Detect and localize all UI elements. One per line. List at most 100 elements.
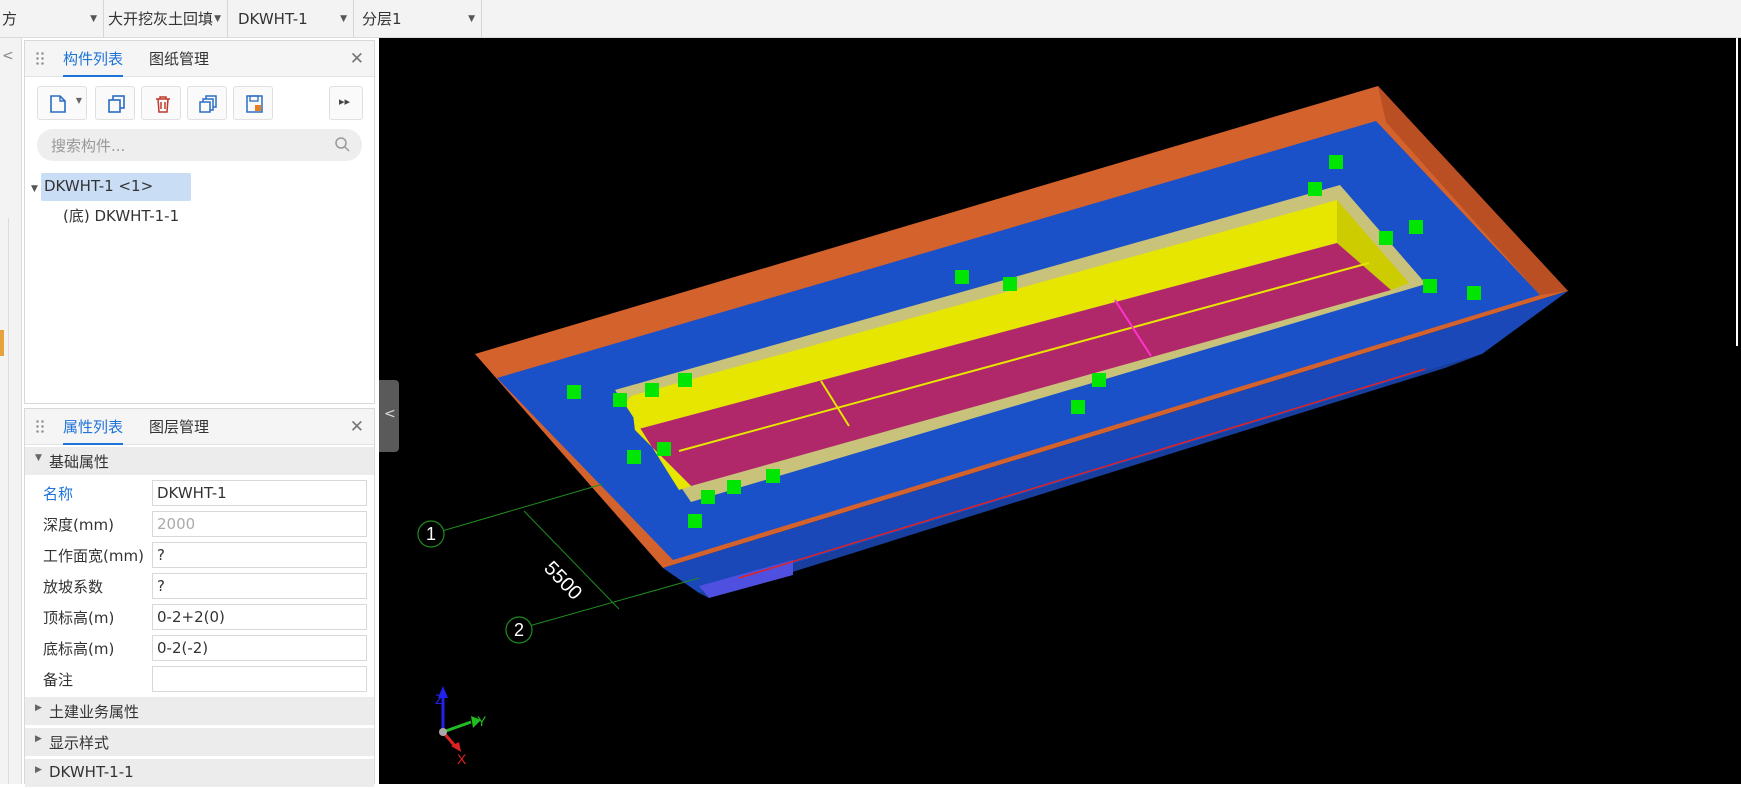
expand-right-icon: ▶ — [35, 734, 42, 744]
section-civil-label: 土建业务属性 — [49, 703, 140, 721]
property-name: 工作面宽(mm) — [43, 547, 144, 565]
model-canvas[interactable]: 1 2 5500 Z Y X — [379, 38, 1741, 784]
grip-point[interactable] — [688, 514, 702, 528]
search-placeholder: 搜索构件... — [51, 137, 126, 155]
property-value-field[interactable]: DKWHT-1 — [152, 480, 367, 506]
layer-copy-button[interactable] — [187, 86, 227, 120]
property-value-field[interactable]: 0-2(-2) — [152, 635, 367, 661]
gizmo-y-label: Y — [477, 713, 487, 729]
tab-property-list[interactable]: 属性列表 — [63, 409, 124, 445]
close-icon[interactable]: ✕ — [350, 49, 364, 69]
axis-label-1: 1 — [426, 524, 436, 544]
more-tools-button[interactable]: ▸▸ — [329, 86, 363, 120]
grip-point[interactable] — [1467, 286, 1481, 300]
grip-point[interactable] — [727, 480, 741, 494]
grip-point[interactable] — [1092, 373, 1106, 387]
property-row: 放坡系数 ? — [25, 570, 374, 601]
gizmo-z-label: Z — [435, 691, 444, 707]
section-basic-properties[interactable]: ▼ 基础属性 — [25, 447, 374, 475]
property-name: 顶标高(m) — [43, 609, 115, 627]
dropdown-caret-icon: ▼ — [75, 96, 82, 105]
property-row: 名称 DKWHT-1 — [25, 477, 374, 508]
grip-point[interactable] — [1423, 279, 1437, 293]
axis-label-2: 2 — [514, 620, 524, 640]
grip-point[interactable] — [766, 469, 780, 483]
chevron-down-icon: ▼ — [214, 14, 221, 24]
property-row: 深度(mm) 2000 — [25, 508, 374, 539]
panel-collapse-handle[interactable]: < — [379, 380, 399, 452]
layer-dropdown[interactable]: 分层1 ▼ — [358, 0, 482, 38]
grip-point[interactable] — [627, 450, 641, 464]
close-icon[interactable]: ✕ — [350, 417, 364, 437]
drag-grip-icon[interactable] — [35, 419, 45, 435]
grip-point[interactable] — [1308, 182, 1322, 196]
grip-point[interactable] — [1329, 155, 1343, 169]
search-icon[interactable] — [334, 136, 350, 152]
section-civil-properties[interactable]: ▶ 土建业务属性 — [25, 697, 374, 725]
property-list-panel: 属性列表 图层管理 ✕ ▼ 基础属性 名称 DKWHT-1 深度(mm) 200… — [24, 408, 375, 787]
grip-point[interactable] — [567, 385, 581, 399]
tree-item-root[interactable]: DKWHT-1 <1> — [41, 173, 191, 201]
grip-point[interactable] — [1003, 277, 1017, 291]
property-value-field[interactable]: ? — [152, 573, 367, 599]
property-value-field[interactable] — [152, 666, 367, 692]
section-basic-label: 基础属性 — [49, 453, 110, 471]
component-type-value: 大开挖灰土回填 — [108, 10, 214, 28]
component-list-panel: 构件列表 图纸管理 ✕ ▼ ▸▸ 搜索构件... ▼ DKWHT-1 <1> (… — [24, 40, 375, 404]
type-dropdown[interactable]: 方 ▼ — [0, 0, 104, 38]
property-row: 工作面宽(mm) ? — [25, 539, 374, 570]
grip-point[interactable] — [701, 490, 715, 504]
delete-component-button[interactable] — [141, 86, 181, 120]
gizmo-y-axis — [442, 720, 472, 734]
strip-marker — [0, 330, 4, 356]
property-value-field[interactable]: 2000 — [152, 511, 367, 537]
section-sub-component[interactable]: ▶ DKWHT-1-1 — [25, 759, 374, 787]
new-component-button[interactable]: ▼ — [37, 86, 87, 120]
double-chevron-right-icon: ▸▸ — [339, 95, 351, 108]
type-dropdown-value: 方 — [2, 10, 18, 28]
component-panel-header: 构件列表 图纸管理 ✕ — [25, 41, 374, 77]
tab-layer-management[interactable]: 图层管理 — [149, 409, 209, 445]
section-display-label: 显示样式 — [49, 734, 110, 752]
save-icon — [246, 95, 263, 113]
left-collapsed-strip: < — [0, 38, 22, 784]
component-type-dropdown[interactable]: 大开挖灰土回填 ▼ — [106, 0, 228, 38]
trash-icon — [156, 96, 170, 113]
tree-expand-icon[interactable]: ▼ — [31, 184, 38, 194]
grip-point[interactable] — [1379, 231, 1393, 245]
3d-viewport[interactable]: 1 2 5500 Z Y X — [379, 38, 1741, 784]
property-name: 放坡系数 — [43, 578, 104, 596]
component-name-dropdown[interactable]: DKWHT-1 ▼ — [232, 0, 354, 38]
expand-right-icon: ▶ — [35, 703, 42, 713]
expand-down-icon: ▼ — [35, 453, 42, 463]
section-display-style[interactable]: ▶ 显示样式 — [25, 728, 374, 756]
property-name: 深度(mm) — [43, 516, 114, 534]
collapse-icon[interactable]: < — [2, 48, 14, 64]
search-component-input[interactable]: 搜索构件... — [37, 129, 362, 161]
grip-point[interactable] — [1071, 400, 1085, 414]
tab-drawing-management[interactable]: 图纸管理 — [149, 41, 209, 77]
save-template-button[interactable] — [233, 86, 273, 120]
dimension-label: 5500 — [539, 557, 586, 604]
drag-grip-icon[interactable] — [35, 51, 45, 67]
property-value-field[interactable]: ? — [152, 542, 367, 568]
tab-component-list[interactable]: 构件列表 — [63, 41, 124, 77]
new-file-icon — [50, 95, 66, 113]
layer-copy-icon — [199, 95, 217, 113]
component-name-value: DKWHT-1 — [238, 10, 308, 28]
layer-value: 分层1 — [362, 10, 402, 28]
property-name: 备注 — [43, 671, 74, 689]
grip-point[interactable] — [678, 373, 692, 387]
expand-right-icon: ▶ — [35, 765, 42, 775]
copy-component-button[interactable] — [95, 86, 135, 120]
grip-point[interactable] — [955, 270, 969, 284]
copy-icon — [108, 95, 125, 113]
grip-point[interactable] — [1409, 220, 1423, 234]
tree-item-child[interactable]: (底) DKWHT-1-1 — [63, 205, 179, 226]
grip-point[interactable] — [613, 393, 627, 407]
axis-gizmo: Z Y X — [435, 686, 487, 767]
grip-point[interactable] — [657, 442, 671, 456]
property-value-field[interactable]: 0-2+2(0) — [152, 604, 367, 630]
top-toolbar: 方 ▼ 大开挖灰土回填 ▼ DKWHT-1 ▼ 分层1 ▼ — [0, 0, 1741, 38]
grip-point[interactable] — [645, 383, 659, 397]
